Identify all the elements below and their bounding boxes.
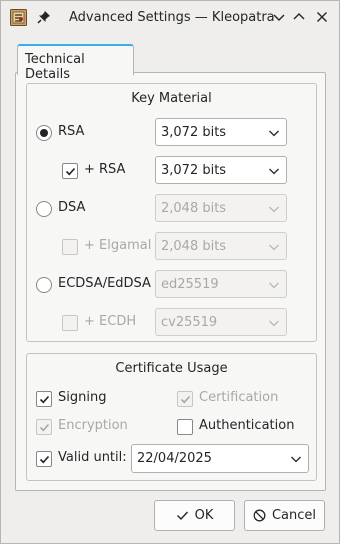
check-icon (176, 511, 188, 521)
ecdh-curve-select[interactable]: cv25519 (155, 308, 287, 336)
pin-icon[interactable] (34, 7, 54, 27)
valid-until-checkbox[interactable] (36, 451, 52, 467)
close-icon (317, 12, 327, 22)
dsa-radio[interactable] (36, 201, 52, 217)
encryption-checkbox[interactable] (36, 419, 52, 435)
cancel-label: Cancel (271, 508, 317, 523)
kleopatra-app-icon (10, 9, 27, 26)
chevron-down-icon (269, 320, 279, 327)
certificate-usage-group: Certificate Usage Signing Certification … (26, 353, 317, 481)
key-material-title: Key Material (131, 91, 212, 106)
dialog-window: Advanced Settings — Kleopatra Technical … (0, 0, 340, 544)
cancel-icon (253, 509, 266, 522)
window-title: Advanced Settings — Kleopatra (69, 10, 275, 25)
valid-until-label: Valid until: (58, 450, 127, 465)
minimize-button[interactable] (269, 7, 289, 27)
certification-label: Certification (199, 390, 279, 405)
elgamal-size-value: 2,048 bits (161, 239, 227, 254)
check-icon (39, 455, 49, 463)
certification-checkbox[interactable] (177, 391, 193, 407)
rsa-size-select[interactable]: 3,072 bits (155, 118, 287, 146)
ok-button[interactable]: OK (154, 500, 235, 531)
chevron-down-icon (291, 456, 301, 463)
elgamal-label: + Elgamal (84, 238, 152, 253)
ecdh-curve-value: cv25519 (161, 315, 218, 330)
ecdsa-label: ECDSA/EdDSA (58, 276, 151, 291)
encryption-label: Encryption (58, 418, 128, 433)
authentication-label: Authentication (199, 418, 295, 433)
check-icon (39, 423, 49, 431)
key-material-group: Key Material RSA 3,072 bits + RSA 3,072 … (26, 83, 317, 342)
ecdsa-curve-select[interactable]: ed25519 (155, 270, 287, 298)
maximize-button[interactable] (289, 7, 309, 27)
valid-until-date-value: 22/04/2025 (137, 451, 212, 466)
check-icon (180, 395, 190, 403)
elgamal-checkbox[interactable] (62, 239, 78, 255)
ecdh-label: + ECDH (84, 314, 137, 329)
rsa-radio[interactable] (36, 125, 52, 141)
ecdsa-curve-value: ed25519 (161, 277, 219, 292)
rsa-subkey-size-value: 3,072 bits (161, 163, 227, 178)
dsa-size-select[interactable]: 2,048 bits (155, 194, 287, 222)
chevron-up-icon (293, 13, 305, 20)
rsa-subkey-label: + RSA (84, 162, 126, 177)
title-bar: Advanced Settings — Kleopatra (1, 1, 339, 34)
ecdh-checkbox[interactable] (62, 315, 78, 331)
tab-technical-details[interactable]: Technical Details (17, 44, 134, 82)
check-icon (65, 167, 75, 175)
chevron-down-icon (269, 206, 279, 213)
close-button[interactable] (312, 7, 332, 27)
chevron-down-icon (269, 130, 279, 137)
elgamal-size-select[interactable]: 2,048 bits (155, 232, 287, 260)
rsa-subkey-checkbox[interactable] (62, 163, 78, 179)
signing-checkbox[interactable] (36, 391, 52, 407)
dsa-size-value: 2,048 bits (161, 201, 227, 216)
chevron-down-icon (269, 168, 279, 175)
signing-label: Signing (58, 390, 107, 405)
rsa-subkey-size-select[interactable]: 3,072 bits (155, 156, 287, 184)
cancel-button[interactable]: Cancel (244, 500, 325, 531)
rsa-size-value: 3,072 bits (161, 125, 227, 140)
certificate-usage-title: Certificate Usage (115, 361, 228, 376)
chevron-down-icon (269, 244, 279, 251)
technical-details-panel: Key Material RSA 3,072 bits + RSA 3,072 … (15, 72, 326, 491)
valid-until-date-picker[interactable]: 22/04/2025 (131, 444, 309, 473)
ecdsa-radio[interactable] (36, 277, 52, 293)
check-icon (39, 395, 49, 403)
chevron-down-icon (273, 14, 285, 21)
ok-label: OK (194, 508, 214, 523)
authentication-checkbox[interactable] (177, 419, 193, 435)
chevron-down-icon (269, 282, 279, 289)
dsa-label: DSA (58, 200, 86, 215)
tab-label: Technical Details (25, 52, 85, 82)
rsa-label: RSA (58, 124, 85, 139)
